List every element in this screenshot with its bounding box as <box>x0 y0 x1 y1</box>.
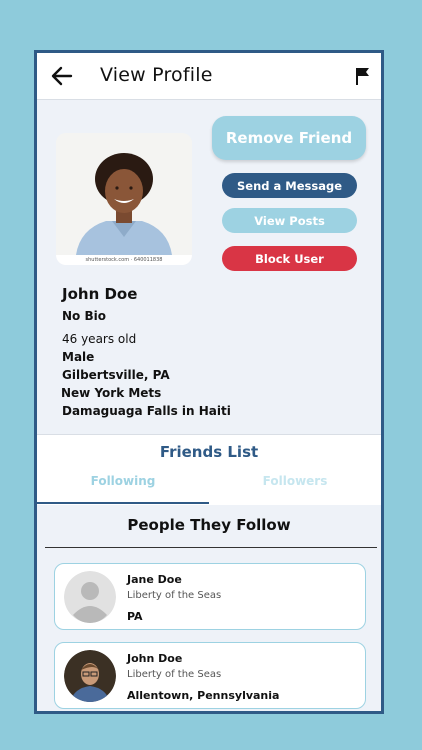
profile-name: John Doe <box>62 285 138 303</box>
person-ship: Liberty of the Seas <box>127 669 222 680</box>
tab-followers[interactable]: Followers <box>209 474 381 488</box>
profile-place: Damaguaga Falls in Haiti <box>62 404 231 418</box>
phone-frame: View Profile shutterstock.com · 64001183… <box>34 50 384 714</box>
tab-following[interactable]: Following <box>37 474 209 488</box>
profile-bio: No Bio <box>62 309 106 323</box>
friends-list-panel: Friends List Following Followers <box>37 434 381 505</box>
person-name: Jane Doe <box>127 573 182 586</box>
person-location: PA <box>127 610 143 623</box>
profile-photo: shutterstock.com · 640011838 <box>56 133 192 265</box>
person-ship: Liberty of the Seas <box>127 590 222 601</box>
remove-friend-button[interactable]: Remove Friend <box>212 116 366 160</box>
list-item[interactable]: Jane Doe Liberty of the Seas PA <box>54 563 366 630</box>
profile-gender: Male <box>62 350 95 364</box>
list-item[interactable]: John Doe Liberty of the Seas Allentown, … <box>54 642 366 709</box>
active-tab-indicator <box>37 502 209 504</box>
section-divider <box>45 547 377 548</box>
profile-team: New York Mets <box>61 386 162 400</box>
default-avatar-icon <box>64 571 116 623</box>
photo-caption: shutterstock.com · 640011838 <box>56 255 192 265</box>
profile-photo-image <box>56 133 192 255</box>
flag-icon[interactable] <box>355 67 371 85</box>
person-name: John Doe <box>127 652 183 665</box>
person-location: Allentown, Pennsylvania <box>127 689 280 702</box>
block-user-button[interactable]: Block User <box>222 246 357 271</box>
profile-location: Gilbertsville, PA <box>62 368 170 382</box>
friends-list-title: Friends List <box>159 443 259 461</box>
send-message-button[interactable]: Send a Message <box>222 173 357 198</box>
people-they-follow-title: People They Follow <box>127 516 291 534</box>
page-title: View Profile <box>100 64 213 86</box>
user-photo <box>64 650 116 702</box>
back-arrow-icon[interactable] <box>51 66 73 86</box>
profile-age: 46 years old <box>62 332 137 346</box>
top-bar: View Profile <box>37 53 381 100</box>
view-posts-button[interactable]: View Posts <box>222 208 357 233</box>
